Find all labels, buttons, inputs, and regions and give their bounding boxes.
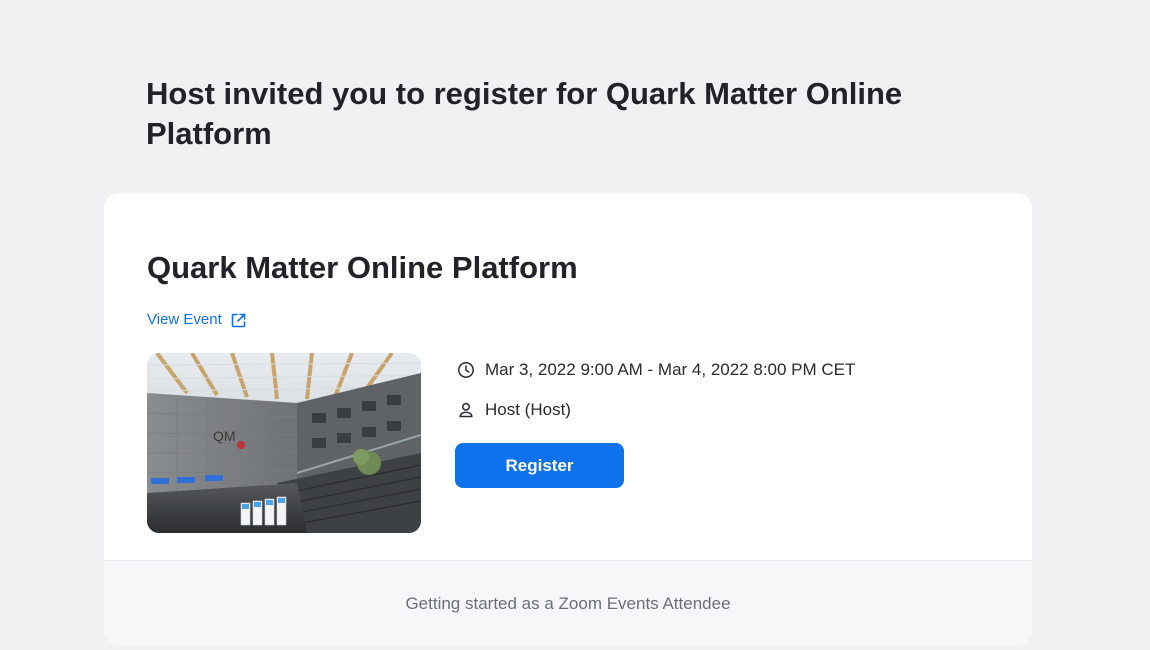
person-icon	[457, 401, 475, 419]
view-event-link[interactable]: View Event	[147, 310, 247, 330]
card-footer: Getting started as a Zoom Events Attende…	[104, 560, 1032, 645]
event-card: Quark Matter Online Platform View Event	[104, 193, 1032, 645]
svg-text:QM: QM	[213, 428, 236, 444]
getting-started-link[interactable]: Getting started as a Zoom Events Attende…	[405, 594, 730, 614]
event-datetime-row: Mar 3, 2022 9:00 AM - Mar 4, 2022 8:00 P…	[457, 357, 855, 383]
registration-page: Host invited you to register for Quark M…	[0, 0, 1150, 650]
event-host-row: Host (Host)	[457, 397, 855, 423]
external-link-icon	[230, 312, 247, 329]
invite-heading: Host invited you to register for Quark M…	[146, 76, 903, 151]
event-title: Quark Matter Online Platform	[147, 250, 578, 285]
register-button[interactable]: Register	[455, 443, 624, 488]
event-host: Host (Host)	[485, 400, 571, 419]
view-event-label: View Event	[147, 311, 222, 328]
event-venue-image: QM	[147, 353, 421, 533]
event-details: Mar 3, 2022 9:00 AM - Mar 4, 2022 8:00 P…	[457, 357, 855, 437]
clock-icon	[457, 361, 475, 379]
event-datetime: Mar 3, 2022 9:00 AM - Mar 4, 2022 8:00 P…	[485, 360, 856, 379]
